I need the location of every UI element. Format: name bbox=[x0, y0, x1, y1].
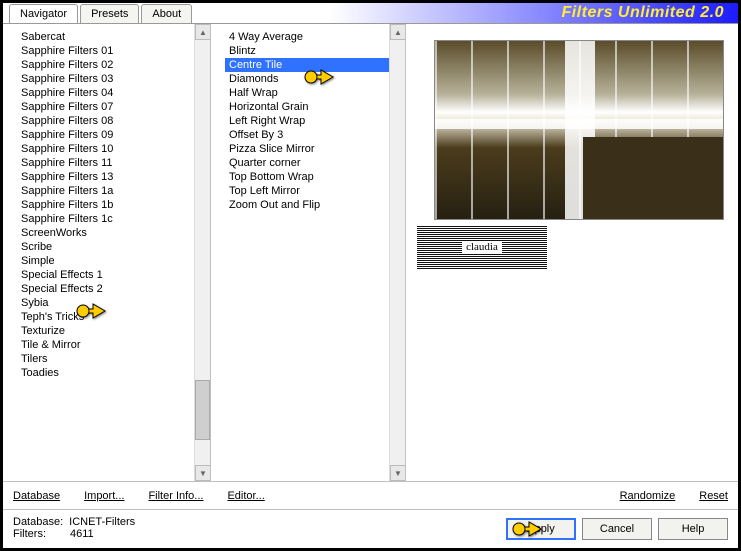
filter-info-button[interactable]: Filter Info... bbox=[148, 490, 203, 502]
main-area: SabercatSapphire Filters 01Sapphire Filt… bbox=[3, 23, 738, 481]
category-item[interactable]: Sapphire Filters 02 bbox=[17, 58, 210, 72]
filter-item[interactable]: Top Left Mirror bbox=[225, 184, 405, 198]
apply-button[interactable]: Apply bbox=[506, 518, 576, 540]
category-scrollbar[interactable]: ▲ ▼ bbox=[194, 24, 210, 481]
category-item[interactable]: Special Effects 1 bbox=[17, 268, 210, 282]
cancel-button[interactable]: Cancel bbox=[582, 518, 652, 540]
watermark-text: claudia bbox=[462, 241, 502, 253]
category-item[interactable]: Sapphire Filters 08 bbox=[17, 114, 210, 128]
filter-item[interactable]: Diamonds bbox=[225, 72, 405, 86]
scroll-up-button[interactable]: ▲ bbox=[390, 24, 405, 40]
category-item[interactable]: Sapphire Filters 1b bbox=[17, 198, 210, 212]
app-title: Filters Unlimited 2.0 bbox=[561, 4, 724, 22]
category-item[interactable]: Sapphire Filters 1c bbox=[17, 212, 210, 226]
scroll-down-button[interactable]: ▼ bbox=[195, 465, 210, 481]
category-item[interactable]: Texturize bbox=[17, 324, 210, 338]
toolbar: Database Import... Filter Info... Editor… bbox=[3, 481, 738, 509]
category-item[interactable]: Sapphire Filters 03 bbox=[17, 72, 210, 86]
preview-wrap bbox=[406, 24, 738, 220]
category-pane: SabercatSapphire Filters 01Sapphire Filt… bbox=[3, 24, 211, 481]
scroll-track[interactable] bbox=[390, 40, 405, 465]
filter-item[interactable]: Top Bottom Wrap bbox=[225, 170, 405, 184]
category-item[interactable]: Sabercat bbox=[17, 30, 210, 44]
database-button[interactable]: Database bbox=[13, 490, 60, 502]
filter-item[interactable]: Blintz bbox=[225, 44, 405, 58]
watermark: claudia bbox=[417, 225, 547, 269]
category-item[interactable]: Sapphire Filters 10 bbox=[17, 142, 210, 156]
footer-meta: Database: ICNET-Filters Filters: 4611 bbox=[13, 516, 135, 540]
category-item[interactable]: Special Effects 2 bbox=[17, 282, 210, 296]
filter-item[interactable]: Centre Tile bbox=[225, 58, 405, 72]
filters-count-value: 4611 bbox=[70, 528, 94, 540]
category-item[interactable]: Tile & Mirror bbox=[17, 338, 210, 352]
filter-pane: 4 Way AverageBlintzCentre TileDiamondsHa… bbox=[211, 24, 406, 481]
filter-item[interactable]: Pizza Slice Mirror bbox=[225, 142, 405, 156]
filter-list[interactable]: 4 Way AverageBlintzCentre TileDiamondsHa… bbox=[211, 30, 405, 212]
title-bar: Filters Unlimited 2.0 bbox=[194, 3, 738, 23]
category-item[interactable]: Scribe bbox=[17, 240, 210, 254]
category-item[interactable]: Tilers bbox=[17, 352, 210, 366]
db-label: Database: bbox=[13, 516, 63, 528]
filter-scrollbar[interactable]: ▲ ▼ bbox=[389, 24, 405, 481]
scroll-down-button[interactable]: ▼ bbox=[390, 465, 405, 481]
import-button[interactable]: Import... bbox=[84, 490, 124, 502]
footer: Database: ICNET-Filters Filters: 4611 Ap… bbox=[3, 509, 738, 548]
category-item[interactable]: Simple bbox=[17, 254, 210, 268]
category-item[interactable]: Sapphire Filters 01 bbox=[17, 44, 210, 58]
category-item[interactable]: Sapphire Filters 1a bbox=[17, 184, 210, 198]
app-window: NavigatorPresetsAbout Filters Unlimited … bbox=[0, 0, 741, 551]
filter-item[interactable]: Offset By 3 bbox=[225, 128, 405, 142]
scroll-up-button[interactable]: ▲ bbox=[195, 24, 210, 40]
reset-button[interactable]: Reset bbox=[699, 490, 728, 502]
category-item[interactable]: Sapphire Filters 13 bbox=[17, 170, 210, 184]
category-item[interactable]: Sapphire Filters 11 bbox=[17, 156, 210, 170]
tab-about[interactable]: About bbox=[141, 4, 192, 23]
category-item[interactable]: Sapphire Filters 04 bbox=[17, 86, 210, 100]
tab-navigator[interactable]: Navigator bbox=[9, 4, 78, 23]
db-value: ICNET-Filters bbox=[69, 516, 135, 528]
preview-image bbox=[434, 40, 724, 220]
editor-button[interactable]: Editor... bbox=[227, 490, 264, 502]
filter-item[interactable]: 4 Way Average bbox=[225, 30, 405, 44]
category-item[interactable]: Sapphire Filters 07 bbox=[17, 100, 210, 114]
filter-item[interactable]: Zoom Out and Flip bbox=[225, 198, 405, 212]
category-item[interactable]: ScreenWorks bbox=[17, 226, 210, 240]
category-item[interactable]: Toadies bbox=[17, 366, 210, 380]
category-list[interactable]: SabercatSapphire Filters 01Sapphire Filt… bbox=[3, 30, 210, 380]
filter-list-box: 4 Way AverageBlintzCentre TileDiamondsHa… bbox=[211, 24, 405, 481]
tab-presets[interactable]: Presets bbox=[80, 4, 139, 23]
help-button[interactable]: Help bbox=[658, 518, 728, 540]
scroll-thumb[interactable] bbox=[195, 380, 210, 440]
filter-item[interactable]: Horizontal Grain bbox=[225, 100, 405, 114]
header: NavigatorPresetsAbout Filters Unlimited … bbox=[3, 3, 738, 23]
category-item[interactable]: Teph's Tricks bbox=[17, 310, 210, 324]
randomize-button[interactable]: Randomize bbox=[620, 490, 676, 502]
filters-count-label: Filters: bbox=[13, 528, 46, 540]
scroll-track[interactable] bbox=[195, 40, 210, 465]
filter-item[interactable]: Left Right Wrap bbox=[225, 114, 405, 128]
tab-strip: NavigatorPresetsAbout bbox=[3, 3, 194, 22]
category-item[interactable]: Sapphire Filters 09 bbox=[17, 128, 210, 142]
filter-item[interactable]: Quarter corner bbox=[225, 156, 405, 170]
category-item[interactable]: Sybia bbox=[17, 296, 210, 310]
category-list-box: SabercatSapphire Filters 01Sapphire Filt… bbox=[3, 24, 210, 481]
filter-item[interactable]: Half Wrap bbox=[225, 86, 405, 100]
